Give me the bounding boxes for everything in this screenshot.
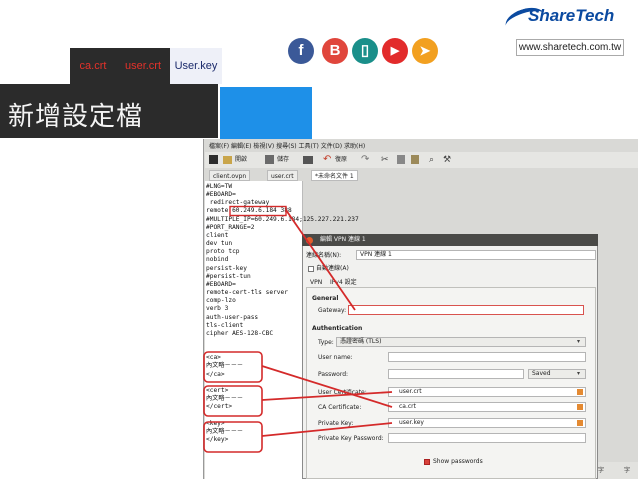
annotation-layer	[203, 205, 393, 453]
arrow-cert-to-field	[261, 391, 393, 401]
remote-ip-highlight	[229, 205, 287, 217]
arrow-ca-to-field	[261, 365, 393, 408]
cert-block-highlight	[203, 385, 263, 417]
arrow-to-gateway	[285, 209, 356, 311]
ca-block-highlight	[203, 351, 263, 383]
key-block-highlight	[203, 421, 263, 453]
arrow-key-to-field	[261, 422, 393, 437]
